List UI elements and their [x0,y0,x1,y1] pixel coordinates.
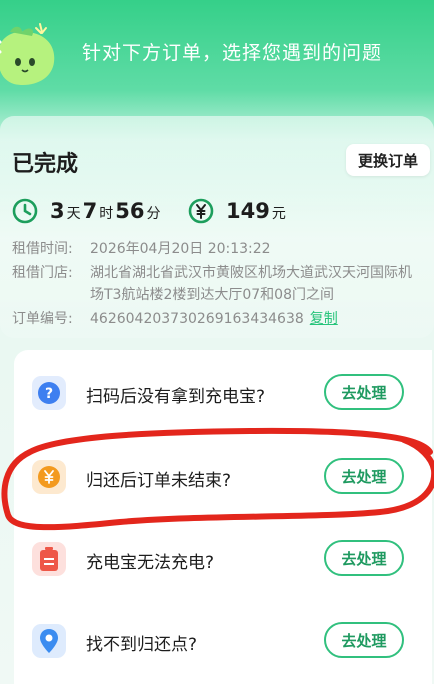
copy-order-number-link[interactable]: 复制 [310,311,338,327]
order-number-row: 订单编号: 462604203730269163434638 复制 [12,308,432,330]
order-number-value: 462604203730269163434638 [90,311,304,327]
page-title: 针对下方订单，选择您遇到的问题 [82,42,383,64]
question-item-cannot-charge: 充电宝无法充电? 去处理 [14,520,434,600]
duration-days-unit: 天 [66,206,81,222]
handle-button-cannot-charge[interactable]: 去处理 [324,540,404,576]
store-row: 租借门店: 湖北省湖北省武汉市黄陂区机场大道武汉天河国际机场T3航站楼2楼到达大… [12,262,432,306]
battery-icon [32,542,66,576]
yuan-circle-icon [188,198,214,224]
order-number-container: 462604203730269163434638 复制 [90,308,420,330]
question-item-order-not-ended: 归还后订单未结束? 去处理 [14,438,434,518]
question-label: 充电宝无法充电? [86,553,215,573]
question-item-no-powerbank: ? 扫码后没有拿到充电宝? 去处理 [14,354,434,434]
store-value: 湖北省湖北省武汉市黄陂区机场大道武汉天河国际机场T3航站楼2楼到达大厅07和08… [90,265,412,303]
rental-duration: 3 天7 时56 分 [12,196,162,226]
rent-time-row: 租借时间: 2026年04月20日 20:13:22 [12,238,432,260]
duration-minutes-unit: 分 [146,206,161,222]
page-header: 针对下方订单，选择您遇到的问题 [0,0,434,100]
handle-button-no-powerbank[interactable]: 去处理 [324,374,404,410]
clock-icon [12,198,38,224]
rental-fee: 149 元 [188,196,288,226]
duration-hours: 7 [82,199,98,223]
mascot-icon [0,23,55,85]
rent-time-value: 2026年04月20日 20:13:22 [90,241,271,257]
duration-days: 3 [50,199,65,223]
handle-button-order-not-ended[interactable]: 去处理 [324,458,404,494]
store-label: 租借门店: [12,265,73,281]
fee-amount: 149 [226,199,270,223]
order-status: 已完成 [12,152,79,177]
question-label: 找不到归还点? [86,635,198,655]
question-icon: ? [32,376,66,410]
question-label: 扫码后没有拿到充电宝? [86,387,266,407]
fee-unit: 元 [271,206,286,222]
question-label: 归还后订单未结束? [86,471,232,491]
duration-minutes: 56 [115,199,145,223]
handle-button-no-return-point[interactable]: 去处理 [324,622,404,658]
yuan-coin-icon [32,460,66,494]
order-number-label: 订单编号: [12,311,73,327]
duration-hours-unit: 时 [99,206,114,222]
rent-time-label: 租借时间: [12,241,73,257]
location-pin-icon [32,624,66,658]
svg-text:?: ? [45,386,53,402]
question-item-no-return-point: 找不到归还点? 去处理 [14,602,434,682]
change-order-button[interactable]: 更换订单 [346,144,430,176]
